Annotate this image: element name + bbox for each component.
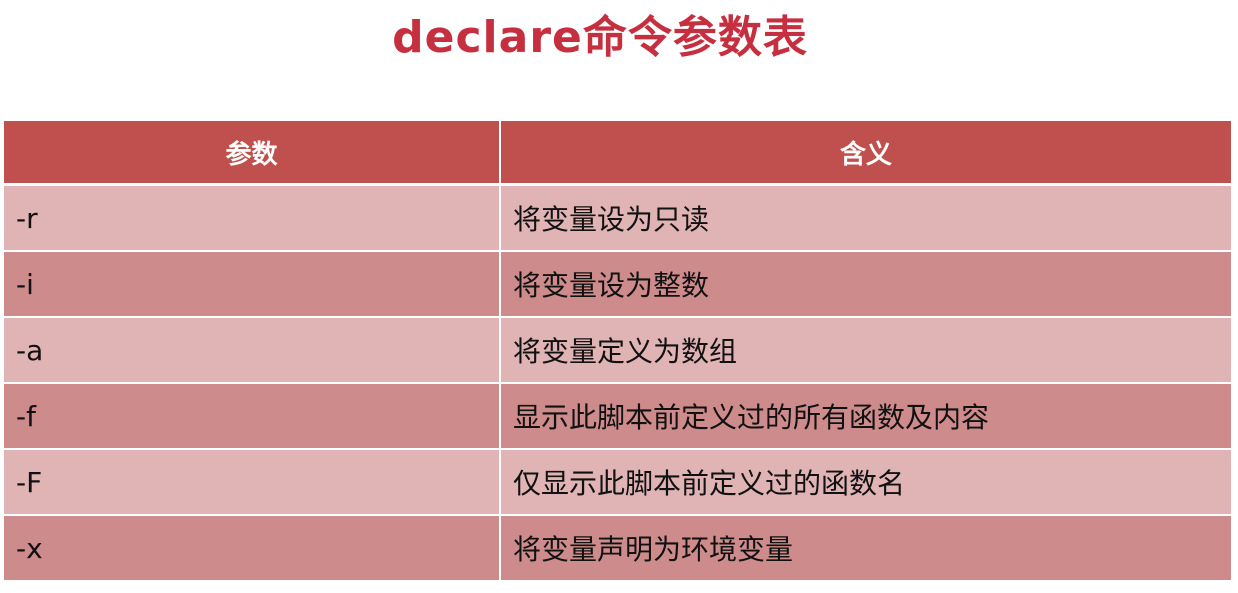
parameter-cell: -F <box>4 449 501 516</box>
parameter-cell: -x <box>4 515 501 582</box>
table-header-row: 参数 含义 <box>4 121 1231 186</box>
meaning-cell: 将变量设为只读 <box>500 184 1231 252</box>
column-header-parameter: 参数 <box>4 121 501 186</box>
table-row: -F 仅显示此脚本前定义过的函数名 <box>4 449 1231 516</box>
column-header-meaning: 含义 <box>500 121 1231 186</box>
meaning-cell: 将变量设为整数 <box>500 251 1231 318</box>
table-row: -i 将变量设为整数 <box>4 251 1231 318</box>
slide: declare命令参数表 参数 含义 -r 将变量设为只读 -i 将变量设为整数… <box>0 0 1238 593</box>
parameter-cell: -i <box>4 251 501 318</box>
table-row: -f 显示此脚本前定义过的所有函数及内容 <box>4 383 1231 450</box>
parameter-cell: -a <box>4 317 501 384</box>
parameter-cell: -r <box>4 184 501 252</box>
meaning-cell: 将变量定义为数组 <box>500 317 1231 384</box>
meaning-cell: 仅显示此脚本前定义过的函数名 <box>500 449 1231 516</box>
table-row: -a 将变量定义为数组 <box>4 317 1231 384</box>
meaning-cell: 将变量声明为环境变量 <box>500 515 1231 582</box>
page-title: declare命令参数表 <box>392 12 808 63</box>
table-row: -x 将变量声明为环境变量 <box>4 515 1231 582</box>
table-row: -r 将变量设为只读 <box>4 184 1231 252</box>
declare-parameter-table: 参数 含义 -r 将变量设为只读 -i 将变量设为整数 -a 将变量定义为数组 … <box>4 121 1231 582</box>
parameter-cell: -f <box>4 383 501 450</box>
meaning-cell: 显示此脚本前定义过的所有函数及内容 <box>500 383 1231 450</box>
